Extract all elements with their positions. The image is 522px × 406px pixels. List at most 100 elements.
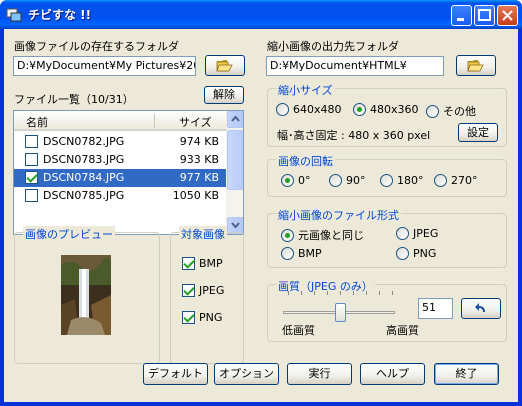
radio-mark <box>281 174 294 187</box>
file-checkbox[interactable] <box>25 153 38 166</box>
slider-tick <box>392 291 393 295</box>
chevron-up-icon <box>231 115 240 122</box>
header-separator <box>154 114 155 128</box>
radio-mark <box>281 228 294 242</box>
browse-output-button[interactable] <box>456 55 496 76</box>
close-button[interactable] <box>497 5 518 26</box>
quality-reset-button[interactable] <box>461 298 501 319</box>
fixed-size-text: 幅･高さ固定 : 480 x 360 pxel <box>277 129 431 142</box>
quality-input[interactable]: 51 <box>418 298 453 319</box>
minimize-icon <box>457 18 464 21</box>
format-jpeg-radio[interactable]: JPEG <box>396 227 438 240</box>
rotation-title: 画像の回転 <box>276 153 335 169</box>
open-folder-icon <box>216 60 233 72</box>
file-name: DSCN0782.JPG <box>43 135 125 148</box>
file-list-label: ファイル一覧（10/31） <box>14 93 134 106</box>
chevron-down-icon <box>231 222 240 229</box>
slider-thumb[interactable] <box>334 303 346 322</box>
file-size: 1050 KB <box>172 189 219 202</box>
scroll-up-button[interactable] <box>227 111 243 128</box>
checkbox-label: BMP <box>199 257 223 270</box>
file-row-selected[interactable]: DSCN0784.JPG 977 KB <box>14 169 227 187</box>
preview-image <box>61 255 111 335</box>
size-other-radio[interactable]: その他 <box>426 103 476 119</box>
column-name-header[interactable]: 名前 <box>26 114 48 130</box>
slider-tick <box>379 291 380 295</box>
size-640x480-radio[interactable]: 640x480 <box>276 103 342 116</box>
options-button[interactable]: オプション <box>214 363 279 385</box>
format-same-radio[interactable]: 元画像と同じ <box>281 227 364 243</box>
target-jpeg-checkbox[interactable]: JPEG <box>182 284 224 297</box>
slider-tick <box>366 291 367 295</box>
resize-title: 縮小サイズ <box>276 82 335 98</box>
slider-tick <box>314 291 315 295</box>
browse-source-button[interactable] <box>205 55 245 76</box>
file-checkbox[interactable] <box>25 171 38 184</box>
format-title: 縮小画像のファイル形式 <box>276 207 401 223</box>
checkbox-mark <box>182 284 195 297</box>
slider-tick <box>301 291 302 295</box>
open-folder-icon <box>467 60 484 72</box>
radio-mark <box>426 104 439 118</box>
size-480x360-radio[interactable]: 480x360 <box>353 103 419 116</box>
run-button[interactable]: 実行 <box>287 363 352 385</box>
target-png-checkbox[interactable]: PNG <box>182 311 222 324</box>
title-bar[interactable]: チビすな !! <box>0 0 522 29</box>
output-folder-input[interactable]: D:¥MyDocument¥HTML¥ <box>266 56 444 76</box>
slider-tick <box>327 291 328 295</box>
checkbox-label: JPEG <box>199 284 225 297</box>
file-row[interactable]: DSCN0783.JPG 933 KB <box>14 151 227 169</box>
rotation-270-radio[interactable]: 270° <box>434 174 478 187</box>
target-bmp-checkbox[interactable]: BMP <box>182 257 223 270</box>
maximize-button[interactable] <box>474 5 495 26</box>
rotation-90-radio[interactable]: 90° <box>329 174 366 187</box>
exit-button[interactable]: 終了 <box>434 363 499 385</box>
radio-label: BMP <box>298 247 322 260</box>
file-list[interactable]: 名前 サイズ DSCN0782.JPG 974 KB DSCN0783.JPG … <box>13 110 244 235</box>
default-button[interactable]: デフォルト <box>143 363 208 385</box>
file-name: DSCN0784.JPG <box>43 171 125 184</box>
rotation-0-radio[interactable]: 0° <box>281 174 311 187</box>
radio-mark <box>329 174 342 187</box>
settings-button[interactable]: 設定 <box>458 123 498 142</box>
target-images-title: 対象画像 <box>179 226 227 242</box>
source-folder-input[interactable]: D:¥MyDocument¥My Pictures¥200 <box>13 56 196 76</box>
radio-label: 270° <box>451 174 478 187</box>
scroll-thumb[interactable] <box>227 130 243 190</box>
minimize-button[interactable] <box>451 5 472 26</box>
file-size: 933 KB <box>179 153 219 166</box>
file-checkbox[interactable] <box>25 135 38 148</box>
radio-mark <box>396 227 409 240</box>
file-size: 977 KB <box>179 171 219 184</box>
radio-mark <box>396 247 409 260</box>
column-size-header[interactable]: サイズ <box>179 114 212 130</box>
radio-mark <box>434 174 447 187</box>
file-row[interactable]: DSCN0785.JPG 1050 KB <box>14 187 227 205</box>
radio-label: 480x360 <box>370 103 419 116</box>
file-checkbox[interactable] <box>25 189 38 202</box>
source-folder-label: 画像ファイルの存在するフォルダ <box>14 40 179 53</box>
radio-label: その他 <box>443 105 476 118</box>
radio-mark <box>380 174 393 187</box>
resize-group: 縮小サイズ 640x480 480x360 その他 幅･高さ固定 : 480 x… <box>267 82 507 147</box>
maximize-icon <box>478 9 491 21</box>
file-name: DSCN0785.JPG <box>43 189 125 202</box>
checkbox-mark <box>182 311 195 324</box>
vertical-scrollbar[interactable] <box>226 111 243 234</box>
radio-mark <box>281 247 294 260</box>
file-row[interactable]: DSCN0782.JPG 974 KB <box>14 133 227 151</box>
slider-tick <box>288 291 289 295</box>
release-button[interactable]: 解除 <box>204 86 244 104</box>
low-quality-label: 低画質 <box>282 324 315 337</box>
radio-label: 640x480 <box>293 103 342 116</box>
format-bmp-radio[interactable]: BMP <box>281 247 322 260</box>
file-list-header: 名前 サイズ <box>14 111 227 131</box>
rotation-180-radio[interactable]: 180° <box>380 174 424 187</box>
slider-tick <box>340 291 341 295</box>
radio-label: 90° <box>346 174 366 187</box>
radio-label: PNG <box>413 247 437 260</box>
slider-tick <box>353 291 354 295</box>
format-png-radio[interactable]: PNG <box>396 247 436 260</box>
help-button[interactable]: ヘルプ <box>360 363 425 385</box>
client-area: 画像ファイルの存在するフォルダ D:¥MyDocument¥My Picture… <box>4 29 518 402</box>
